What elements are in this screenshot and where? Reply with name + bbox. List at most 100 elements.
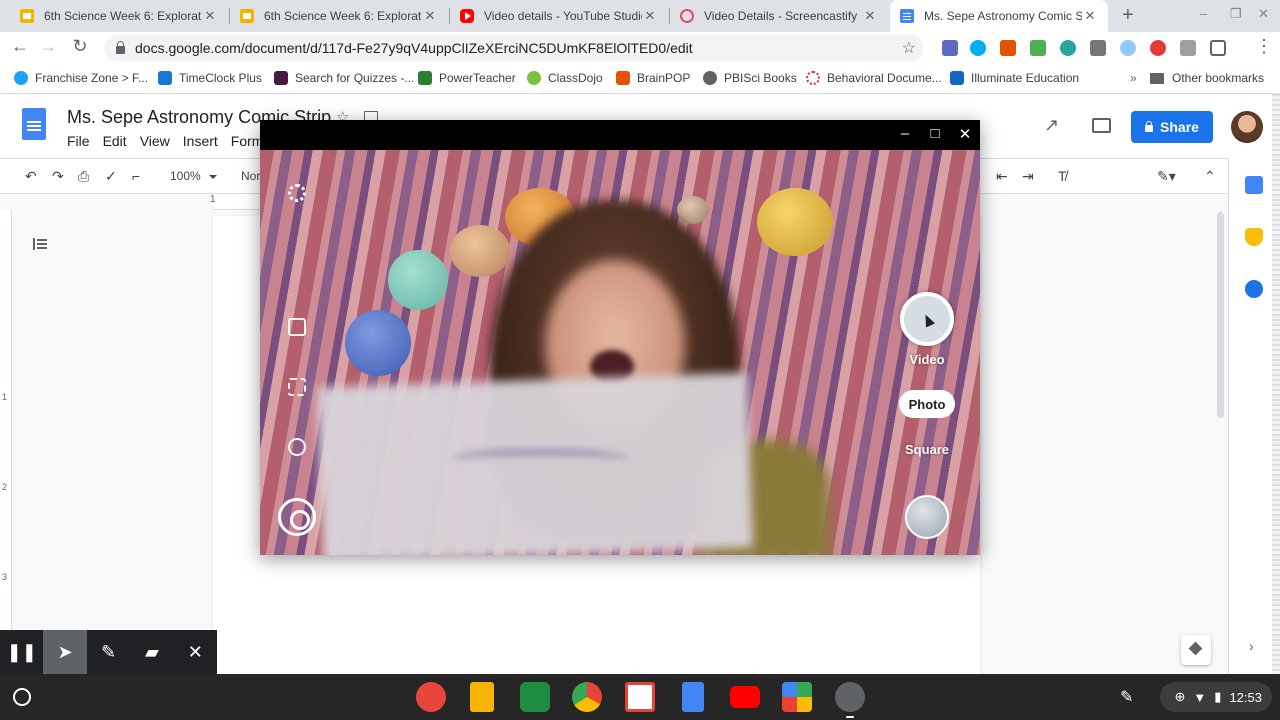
tab-title: Ms. Sepe Astronomy Comic Strip	[924, 9, 1082, 23]
address-bar[interactable]: docs.google.com/document/d/117d-Fe27y9qV…	[104, 35, 924, 61]
mode-video[interactable]: Video	[900, 352, 954, 367]
spellcheck-icon[interactable]: ✓	[105, 168, 117, 185]
reload-icon[interactable]: ↻	[68, 36, 92, 57]
app-screencastify-icon[interactable]	[416, 682, 446, 712]
close-icon[interactable]: ✕	[1082, 8, 1098, 24]
tab-docs-active[interactable]: Ms. Sepe Astronomy Comic Strip ✕	[890, 0, 1108, 32]
bookmark-item[interactable]: Behavioral Docume...	[806, 71, 942, 85]
app-camera-icon[interactable]	[835, 682, 865, 712]
close-icon[interactable]: ✕	[862, 8, 878, 24]
app-slides-icon[interactable]	[470, 682, 494, 712]
hide-menus-chevron-up-icon[interactable]: ⌃	[1204, 168, 1216, 185]
menu-insert[interactable]: Insert	[183, 133, 218, 149]
paint-format-icon[interactable]: ⌐	[132, 168, 140, 184]
close-icon[interactable]: ✕	[174, 630, 217, 674]
extensions-puzzle-icon[interactable]	[1210, 40, 1226, 56]
tab-youtube-studio[interactable]: Video details - YouTube Studio ✕	[450, 0, 668, 32]
extension-icon[interactable]	[1120, 40, 1136, 56]
chevron-right-icon[interactable]: ›	[1249, 638, 1254, 654]
close-icon[interactable]: ✕	[955, 125, 975, 143]
keep-icon[interactable]	[1245, 228, 1263, 246]
docs-logo-icon[interactable]	[22, 108, 46, 140]
extension-icon[interactable]	[1060, 40, 1076, 56]
cursor-pointer-icon[interactable]: ➤	[43, 630, 87, 674]
forward-arrow-icon[interactable]: →	[36, 36, 60, 57]
explore-button[interactable]	[1181, 635, 1211, 665]
extension-icon[interactable]	[1090, 40, 1106, 56]
minimize-icon[interactable]: –	[1200, 6, 1207, 21]
extension-screencastify-icon[interactable]	[1150, 40, 1166, 56]
extension-tab-resize-icon[interactable]	[942, 40, 958, 56]
maximize-icon[interactable]: ❐	[1230, 6, 1242, 22]
settings-gear-icon[interactable]	[288, 184, 306, 202]
stylus-tools-icon[interactable]: ✎	[1120, 687, 1133, 707]
bookmark-star-icon[interactable]: ☆	[902, 38, 916, 58]
menu-view[interactable]: View	[140, 133, 170, 149]
bookmark-item[interactable]: ClassDojo	[527, 71, 603, 85]
close-window-icon[interactable]: ✕	[1258, 6, 1269, 22]
grid-icon[interactable]	[288, 378, 306, 396]
tasks-icon[interactable]	[1245, 280, 1263, 298]
decrease-indent-icon[interactable]: ⇤	[996, 168, 1008, 185]
timer-icon[interactable]	[288, 438, 306, 456]
print-icon[interactable]: ⎙	[78, 168, 89, 185]
calendar-icon[interactable]	[1245, 176, 1263, 194]
app-classroom-icon[interactable]	[520, 682, 550, 712]
status-tray[interactable]: ⊕ ▼ ▮ 12:53	[1160, 682, 1272, 712]
bookmarks-overflow-button[interactable]: »	[1130, 71, 1137, 85]
highlighter-icon[interactable]: ▰	[130, 630, 173, 674]
extension-skype-icon[interactable]	[970, 40, 986, 56]
switch-camera-icon[interactable]	[278, 498, 316, 536]
share-button[interactable]: Share	[1131, 111, 1213, 143]
account-avatar[interactable]	[1231, 111, 1263, 143]
style-select[interactable]: Nor	[241, 169, 260, 183]
bookmark-item[interactable]: BrainPOP	[616, 71, 690, 85]
tab-slides-1[interactable]: 6th Science Week 6: Exploration ✕	[10, 0, 228, 32]
increase-indent-icon[interactable]: ⇥	[1022, 168, 1034, 185]
pen-icon[interactable]: ✎	[87, 630, 130, 674]
tab-screencastify[interactable]: Video Details - Screencastify ✕	[670, 0, 888, 32]
minimize-icon[interactable]: –	[895, 125, 915, 142]
document-outline-icon[interactable]	[33, 238, 47, 250]
clear-formatting-icon[interactable]: T̸	[1058, 168, 1067, 184]
other-bookmarks-folder[interactable]: Other bookmarks	[1150, 71, 1264, 85]
app-gmail-icon[interactable]	[625, 682, 655, 712]
close-icon[interactable]: ✕	[202, 8, 218, 24]
tab-slides-2[interactable]: 6th Science Week 6: Exploration ✕	[230, 0, 448, 32]
zoom-select[interactable]: 100%	[170, 169, 201, 183]
bookmark-item[interactable]: Franchise Zone > F...	[14, 71, 148, 85]
app-youtube-icon[interactable]	[730, 686, 760, 708]
mode-square[interactable]: Square	[900, 442, 954, 457]
extension-icon[interactable]	[1030, 40, 1046, 56]
comment-history-icon[interactable]	[1092, 118, 1111, 133]
close-icon[interactable]: ✕	[642, 8, 658, 24]
redo-icon[interactable]: ↷	[52, 168, 64, 185]
mode-photo-selected[interactable]: Photo	[899, 390, 955, 418]
bookmark-item[interactable]: Illuminate Education	[950, 71, 1079, 85]
launcher-icon[interactable]	[13, 688, 31, 706]
mirror-icon[interactable]	[288, 318, 306, 336]
undo-icon[interactable]: ↶	[25, 168, 37, 185]
back-arrow-icon[interactable]: ←	[8, 36, 32, 57]
activity-dashboard-icon[interactable]: ↗	[1044, 115, 1059, 136]
maximize-icon[interactable]: □	[925, 125, 945, 142]
pause-icon[interactable]: ❚❚	[0, 630, 43, 674]
bookmark-item[interactable]: Search for Quizzes -...	[274, 71, 414, 85]
menu-file[interactable]: File	[67, 133, 90, 149]
gallery-thumbnail[interactable]	[905, 495, 949, 539]
editing-mode-pencil-icon[interactable]: ✎▾	[1157, 168, 1176, 185]
app-chrome-icon[interactable]	[572, 682, 602, 712]
new-tab-button[interactable]: +	[1122, 4, 1134, 27]
vertical-scrollbar[interactable]	[1217, 212, 1224, 418]
app-docs-icon[interactable]	[682, 682, 704, 712]
app-play-store-icon[interactable]	[782, 682, 812, 712]
close-icon[interactable]: ✕	[422, 8, 438, 24]
bookmark-item[interactable]: PowerTeacher	[418, 71, 516, 85]
menu-edit[interactable]: Edit	[103, 133, 127, 149]
menu-format[interactable]: Form	[231, 133, 264, 149]
extension-icon[interactable]	[1180, 40, 1196, 56]
extension-icon[interactable]	[1000, 40, 1016, 56]
kebab-menu-icon[interactable]: ⋮	[1252, 36, 1276, 57]
bookmark-item[interactable]: TimeClock Plus	[158, 71, 262, 85]
bookmark-item[interactable]: PBISci Books	[703, 71, 797, 85]
